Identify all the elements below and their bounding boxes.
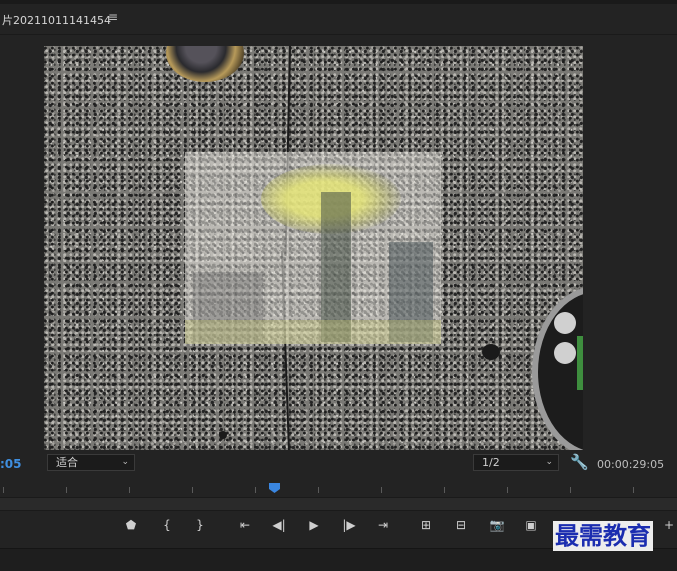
time-ruler[interactable] — [0, 483, 677, 497]
monitor-header: 片20211011141454 ≡ — [0, 4, 677, 35]
ruler-tick — [192, 487, 193, 493]
playhead-timecode[interactable]: :05 — [0, 457, 22, 471]
dial-green-mark — [577, 336, 583, 390]
panel-menu-icon[interactable]: ≡ — [108, 10, 118, 24]
ruler-tick — [444, 487, 445, 493]
ruler-tick — [633, 487, 634, 493]
extract-button[interactable]: ⊟ — [452, 516, 470, 534]
duration-timecode: 00:00:29:05 — [597, 458, 665, 471]
resolution-value: 1/2 — [482, 456, 500, 469]
wrench-icon[interactable]: 🔧 — [570, 453, 589, 471]
step-forward-button[interactable]: |▶ — [340, 516, 358, 534]
ruler-tick — [507, 487, 508, 493]
go-to-out-button[interactable]: ⇥ — [374, 516, 392, 534]
stain — [219, 431, 227, 439]
ruler-tick — [66, 487, 67, 493]
chevron-down-icon: ⌄ — [121, 457, 129, 467]
zoom-fit-value: 适合 — [56, 456, 78, 469]
add-button[interactable]: + — [660, 516, 677, 534]
ruler-tick — [381, 487, 382, 493]
zoom-scroll-bar[interactable] — [0, 497, 677, 511]
compare-view-button[interactable]: ▣ — [522, 516, 540, 534]
ruler-tick — [318, 487, 319, 493]
program-monitor-viewer[interactable] — [44, 46, 583, 450]
picture-in-picture-overlay[interactable] — [185, 152, 441, 344]
mark-in-button[interactable]: { — [158, 516, 176, 534]
zoom-fit-select[interactable]: 适合 ⌄ — [47, 454, 135, 471]
sequence-title[interactable]: 片20211011141454 — [2, 12, 111, 28]
step-back-button[interactable]: ◀| — [270, 516, 288, 534]
dial-dot — [554, 312, 576, 334]
dial-dot — [554, 342, 576, 364]
mark-out-button[interactable]: } — [191, 516, 209, 534]
ruler-tick — [3, 487, 4, 493]
resolution-select[interactable]: 1/2 ⌄ — [473, 454, 559, 471]
watermark-logo: 最需教育 — [553, 521, 653, 551]
overlay-ground — [185, 320, 441, 344]
play-button[interactable]: ▶ — [305, 516, 323, 534]
ruler-tick — [255, 487, 256, 493]
go-to-in-button[interactable]: ⇤ — [236, 516, 254, 534]
chevron-down-icon: ⌄ — [545, 457, 553, 467]
ruler-tick — [570, 487, 571, 493]
bottom-panel-bar — [0, 548, 677, 571]
add-marker-button[interactable]: ⬟ — [122, 516, 140, 534]
stain — [482, 344, 500, 360]
ruler-tick — [129, 487, 130, 493]
camera-icon[interactable]: 📷 — [488, 516, 506, 534]
lift-button[interactable]: ⊞ — [417, 516, 435, 534]
